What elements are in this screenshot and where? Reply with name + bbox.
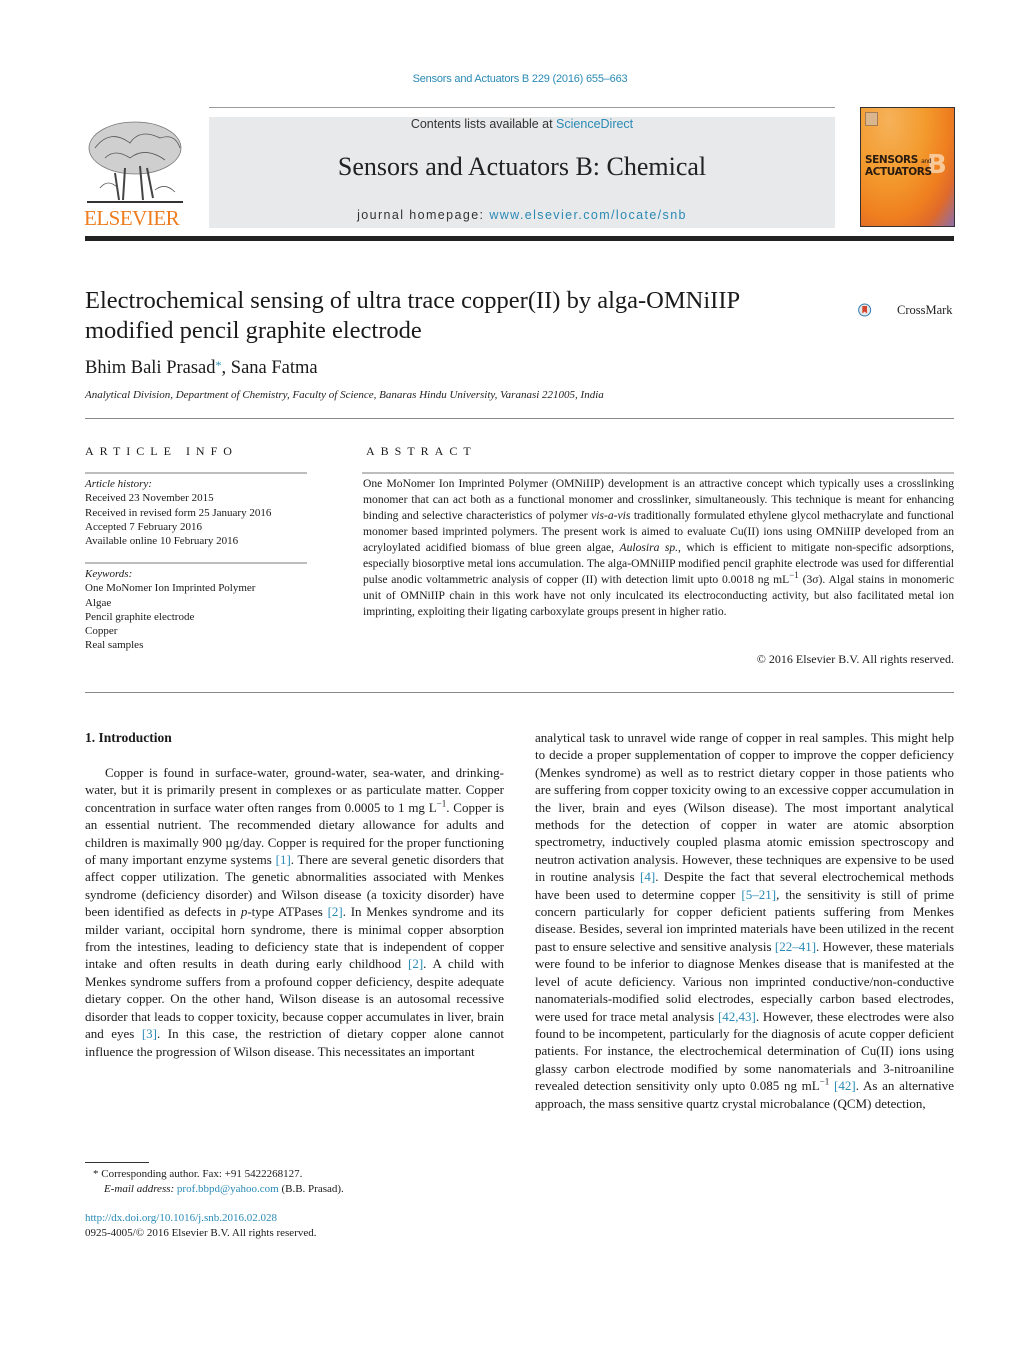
article-history: Article history: Received 23 November 20…: [85, 477, 271, 548]
citation-link[interactable]: [5–21]: [741, 887, 776, 902]
history-item: Received in revised form 25 January 2016: [85, 506, 272, 519]
body-text: -type ATPases: [247, 904, 328, 920]
superscript: −1: [436, 798, 447, 809]
cover-title-line1: SENSORS: [865, 154, 918, 166]
history-item: Received 23 November 2015: [85, 492, 214, 505]
divider: [85, 562, 307, 564]
doi-link[interactable]: http://dx.doi.org/10.1016/j.snb.2016.02.…: [85, 1211, 277, 1226]
contents-prefix: Contents lists available at: [410, 117, 557, 131]
divider: [85, 692, 954, 693]
citation-link[interactable]: [42,43]: [718, 1009, 756, 1024]
journal-cover-thumbnail[interactable]: B SENSORS and ACTUATORS: [860, 107, 955, 227]
body-column-left: Copper is found in surface-water, ground…: [85, 764, 504, 1060]
elsevier-wordmark: ELSEVIER: [84, 206, 180, 230]
crossmark-icon[interactable]: [858, 290, 898, 330]
sciencedirect-link[interactable]: ScienceDirect: [556, 117, 633, 131]
citation-link[interactable]: [2]: [328, 904, 343, 919]
keywords-label: Keywords:: [85, 568, 133, 580]
footnote-divider: [85, 1162, 149, 1163]
header-divider: [209, 107, 835, 108]
homepage-prefix: journal homepage:: [357, 208, 490, 222]
author-separator: ,: [221, 358, 231, 378]
citation-link[interactable]: [42]: [834, 1078, 856, 1093]
citation-link[interactable]: [1]: [276, 852, 291, 867]
divider: [362, 472, 954, 474]
journal-citation-link[interactable]: Sensors and Actuators B 229 (2016) 655–6…: [0, 73, 1020, 85]
abstract-italic: Aulosira sp.: [619, 541, 679, 554]
keyword-item: One MoNomer Ion Imprinted Polymer: [85, 582, 256, 595]
author-name[interactable]: Sana Fatma: [231, 358, 318, 378]
email-label: E-mail address:: [104, 1183, 175, 1195]
cover-title-and: and: [921, 158, 932, 165]
journal-title: Sensors and Actuators B: Chemical: [337, 152, 707, 181]
history-item: Accepted 7 February 2016: [85, 520, 202, 533]
abstract-copyright: © 2016 Elsevier B.V. All rights reserved…: [756, 652, 954, 666]
keyword-item: Algae: [85, 596, 112, 609]
body-column-right: analytical task to unravel wide range of…: [535, 729, 954, 1112]
section-heading-introduction: 1. Introduction: [85, 730, 172, 745]
citation-link[interactable]: [4]: [640, 869, 655, 884]
article-info-heading: ARTICLE INFO: [85, 444, 238, 458]
contents-line: Contents lists available at ScienceDirec…: [209, 117, 835, 131]
journal-homepage-line: journal homepage: www.elsevier.com/locat…: [209, 208, 835, 222]
citation-link[interactable]: [2]: [408, 956, 423, 971]
author-list: Bhim Bali Prasad*, Sana Fatma: [85, 358, 318, 379]
keyword-item: Real samples: [85, 639, 144, 652]
journal-homepage-link[interactable]: www.elsevier.com/locate/snb: [489, 208, 687, 222]
corresponding-author-footnote: * Corresponding author. Fax: +91 5422268…: [93, 1167, 344, 1197]
email-link[interactable]: prof.bbpd@yahoo.com: [177, 1183, 279, 1195]
abstract-heading: ABSTRACT: [366, 444, 477, 458]
email-suffix: (B.B. Prasad).: [278, 1183, 344, 1195]
citation-link[interactable]: [22–41]: [775, 939, 816, 954]
cover-title: SENSORS and ACTUATORS: [865, 155, 932, 178]
issn-copyright: 0925-4005/© 2016 Elsevier B.V. All right…: [85, 1227, 317, 1239]
abstract-italic: vis-a-vis: [591, 509, 631, 522]
superscript: −1: [819, 1076, 830, 1087]
author-name[interactable]: Bhim Bali Prasad: [85, 358, 216, 378]
citation-link[interactable]: [3]: [142, 1026, 157, 1041]
paper-title: Electrochemical sensing of ultra trace c…: [85, 287, 740, 344]
keyword-item: Pencil graphite electrode: [85, 610, 195, 623]
body-text: analytical task to unravel wide range of…: [535, 730, 954, 885]
keyword-item: Copper: [85, 625, 118, 638]
history-item: Available online 10 February 2016: [85, 535, 239, 548]
crossmark-label[interactable]: CrossMark: [897, 303, 953, 318]
footnote-corresponding: Corresponding author. Fax: +91 542226812…: [98, 1168, 303, 1180]
abstract-superscript: −1: [789, 570, 799, 581]
header-thick-divider: [85, 236, 954, 241]
cover-elsevier-emblem-icon: [865, 112, 878, 126]
article-history-label: Article history:: [85, 478, 152, 490]
divider: [85, 472, 307, 474]
cover-title-line2: ACTUATORS: [865, 166, 932, 178]
keywords: Keywords: One MoNomer Ion Imprinted Poly…: [85, 567, 255, 653]
affiliation: Analytical Division, Department of Chemi…: [85, 389, 604, 401]
divider: [85, 418, 954, 419]
abstract-text: One MoNomer Ion Imprinted Polymer (OMNiI…: [363, 476, 954, 620]
